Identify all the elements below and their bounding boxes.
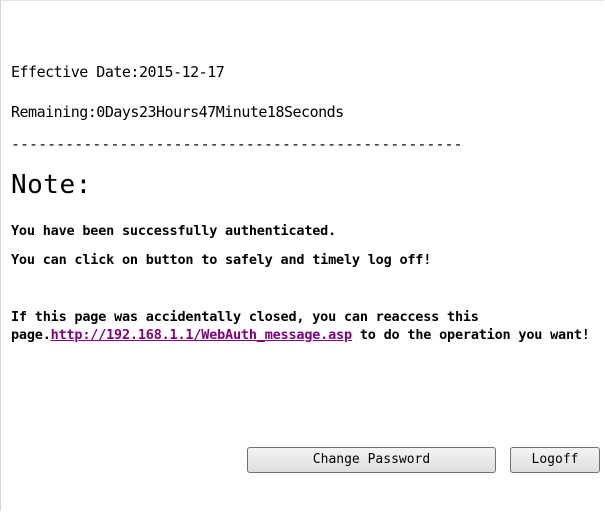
- logoff-button[interactable]: Logoff: [510, 447, 600, 473]
- separator-line: ----------------------------------------…: [11, 135, 463, 153]
- remaining-time-text: Remaining:0Days23Hours47Minute18Seconds: [11, 103, 344, 121]
- note-heading: Note:: [11, 170, 92, 200]
- change-password-button[interactable]: Change Password: [247, 447, 496, 473]
- reaccess-message: If this page was accidentally closed, yo…: [11, 308, 601, 344]
- effective-date-text: Effective Date:2015-12-17: [11, 63, 225, 81]
- webauth-message-link[interactable]: http://192.168.1.1/WebAuth_message.asp: [51, 327, 352, 343]
- auth-success-message: You have been successfully authenticated…: [11, 223, 337, 239]
- logoff-instruction-message: You can click on button to safely and ti…: [11, 252, 432, 268]
- reaccess-message-tail: to do the operation you want!: [351, 327, 590, 343]
